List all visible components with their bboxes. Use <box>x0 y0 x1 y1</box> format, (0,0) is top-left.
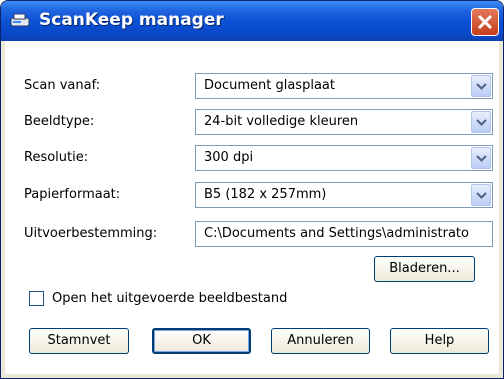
chevron-down-icon[interactable] <box>471 147 491 169</box>
dialog-window: ScanKeep manager Scan vanaf: Document gl… <box>0 0 504 379</box>
chevron-down-icon[interactable] <box>471 111 491 133</box>
chevron-down-icon[interactable] <box>471 75 491 97</box>
chevron-down-icon[interactable] <box>471 184 491 206</box>
resolution-value: 300 dpi <box>204 150 254 165</box>
output-destination-field[interactable]: C:\Documents and Settings\administrato <box>195 221 493 247</box>
title-bar[interactable]: ScanKeep manager <box>1 1 503 41</box>
resolution-label: Resolutie: <box>24 150 89 165</box>
paper-size-value: B5 (182 x 257mm) <box>204 187 327 202</box>
image-type-label: Beeldtype: <box>24 114 95 129</box>
browse-button[interactable]: Bladeren... <box>374 256 475 282</box>
help-button[interactable]: Help <box>390 328 489 354</box>
image-type-value: 24-bit volledige kleuren <box>204 114 359 129</box>
cancel-button[interactable]: Annuleren <box>271 328 370 354</box>
scan-source-value: Document glasplaat <box>204 78 335 93</box>
close-button[interactable] <box>471 8 499 36</box>
output-destination-label: Uitvoerbestemming: <box>24 226 158 241</box>
resolution-dropdown[interactable]: 300 dpi <box>195 145 493 171</box>
open-output-file-label[interactable]: Open het uitgevoerde beeldbestand <box>52 291 287 306</box>
scanner-app-icon <box>10 11 32 29</box>
scan-button[interactable]: Stamnvet <box>29 328 129 354</box>
window-title: ScanKeep manager <box>39 10 224 30</box>
paper-size-dropdown[interactable]: B5 (182 x 257mm) <box>195 182 493 208</box>
close-icon <box>477 14 493 30</box>
dialog-body: Scan vanaf: Document glasplaat Beeldtype… <box>5 41 499 374</box>
image-type-dropdown[interactable]: 24-bit volledige kleuren <box>195 109 493 135</box>
open-output-file-checkbox[interactable] <box>29 291 44 306</box>
paper-size-label: Papierformaat: <box>24 187 121 202</box>
scan-source-label: Scan vanaf: <box>24 78 101 93</box>
ok-button[interactable]: OK <box>152 328 251 354</box>
scan-source-dropdown[interactable]: Document glasplaat <box>195 73 493 99</box>
output-destination-value: C:\Documents and Settings\administrato <box>204 226 469 241</box>
